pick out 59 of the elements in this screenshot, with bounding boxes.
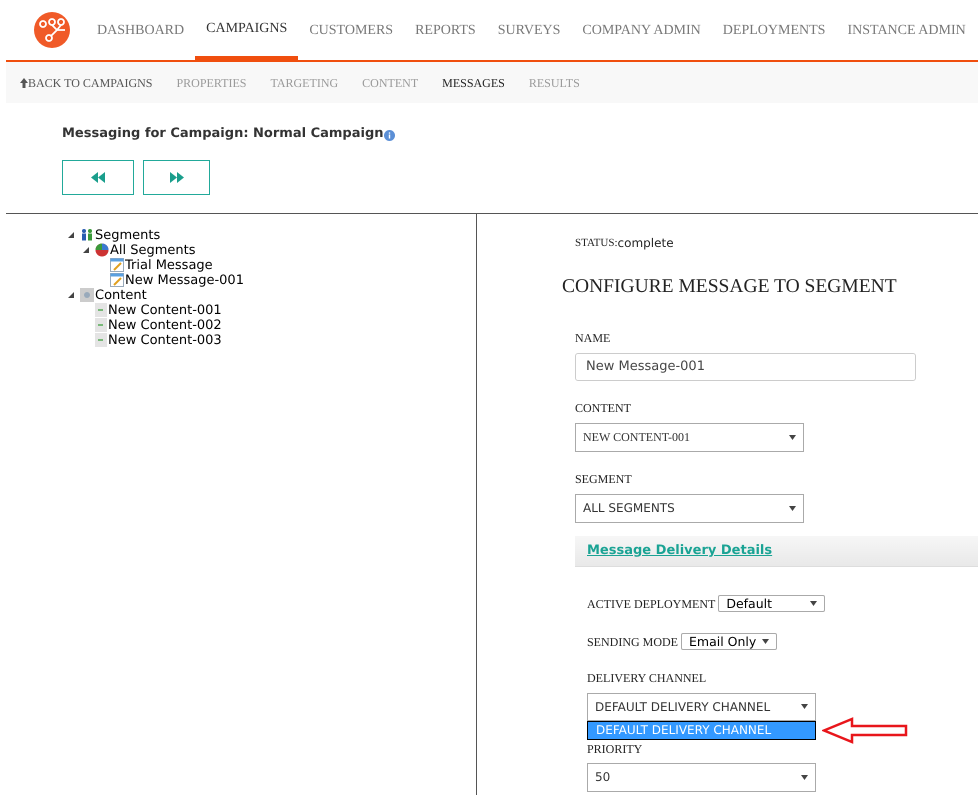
document-icon — [95, 318, 107, 332]
status-value: complete — [618, 234, 674, 252]
select-field[interactable]: NEW CONTENT-001 — [575, 422, 804, 452]
nav-tab[interactable]: CUSTOMERS — [298, 0, 404, 60]
form-heading: CONFIGURE MESSAGE TO SEGMENT — [562, 274, 898, 298]
caret-icon — [789, 434, 796, 440]
expanded-arrow-icon[interactable] — [67, 231, 75, 239]
field-label: CONTENT — [575, 400, 632, 417]
expanded-arrow-icon[interactable] — [82, 246, 90, 254]
tree-item[interactable]: Trial Message — [125, 258, 213, 272]
previous-button[interactable] — [62, 160, 134, 194]
expanded-arrow-icon[interactable] — [67, 291, 75, 299]
fast-forward-icon — [170, 172, 184, 182]
field-label: SEGMENT — [575, 470, 633, 488]
caret-icon — [801, 774, 808, 780]
field-label: SENDING MODE — [587, 634, 678, 651]
nav-tab[interactable]: COMPANY ADMIN — [571, 0, 712, 60]
caret-icon — [789, 506, 796, 511]
name-field[interactable]: New Message-001 — [575, 352, 916, 381]
nav-tab[interactable]: SURVEYS — [486, 0, 572, 60]
select-field[interactable]: 50 — [587, 762, 816, 792]
up-arrow-icon — [20, 78, 28, 88]
sub-nav-tab[interactable]: MESSAGES — [442, 74, 505, 92]
tree-item[interactable]: New Content-001 — [108, 302, 222, 318]
logo-icon[interactable] — [34, 12, 70, 48]
nav-tab[interactable]: INSTANCE ADMIN — [836, 0, 977, 60]
tree-item[interactable]: Content — [95, 288, 147, 302]
field-label: PRIORITY — [587, 740, 644, 758]
note-icon — [110, 258, 124, 272]
caret-icon — [810, 601, 818, 606]
tree-item[interactable]: New Content-002 — [108, 318, 222, 332]
info-icon[interactable] — [384, 130, 395, 142]
nav-tab[interactable]: REPORTS — [404, 0, 487, 60]
tree-item[interactable]: New Message-001 — [125, 272, 244, 288]
tree-item[interactable]: New Content-003 — [108, 332, 222, 348]
select-field[interactable]: Email Only — [681, 633, 777, 650]
next-button[interactable] — [143, 160, 210, 194]
pie-chart-icon — [95, 243, 109, 257]
document-icon — [95, 303, 107, 317]
back-link[interactable]: BACK TO CAMPAIGNS — [20, 74, 152, 92]
nav-tab[interactable]: DASHBOARD — [86, 0, 196, 60]
field-label: ACTIVE DEPLOYMENT — [587, 596, 716, 613]
status-label: STATUS: — [575, 236, 618, 251]
select-field[interactable]: DEFAULT DELIVERY CHANNEL — [587, 692, 816, 721]
page-title: Messaging for Campaign: Normal Campaign — [62, 125, 384, 143]
caret-icon — [762, 639, 769, 644]
select-field[interactable]: ALL SEGMENTS — [575, 494, 804, 523]
tree-item[interactable]: Segments — [95, 228, 160, 242]
nav-tab[interactable]: DEPLOYMENTS — [712, 0, 836, 60]
field-label: NAME — [575, 330, 612, 347]
rewind-icon — [91, 172, 105, 182]
content-icon — [80, 288, 94, 302]
caret-icon — [801, 704, 808, 710]
note-icon — [110, 273, 124, 287]
field-label: DELIVERY CHANNEL — [587, 670, 708, 687]
document-icon — [95, 333, 107, 347]
tree-item[interactable]: All Segments — [110, 242, 196, 258]
select-field[interactable]: Default — [718, 595, 826, 612]
people-icon — [80, 228, 94, 242]
